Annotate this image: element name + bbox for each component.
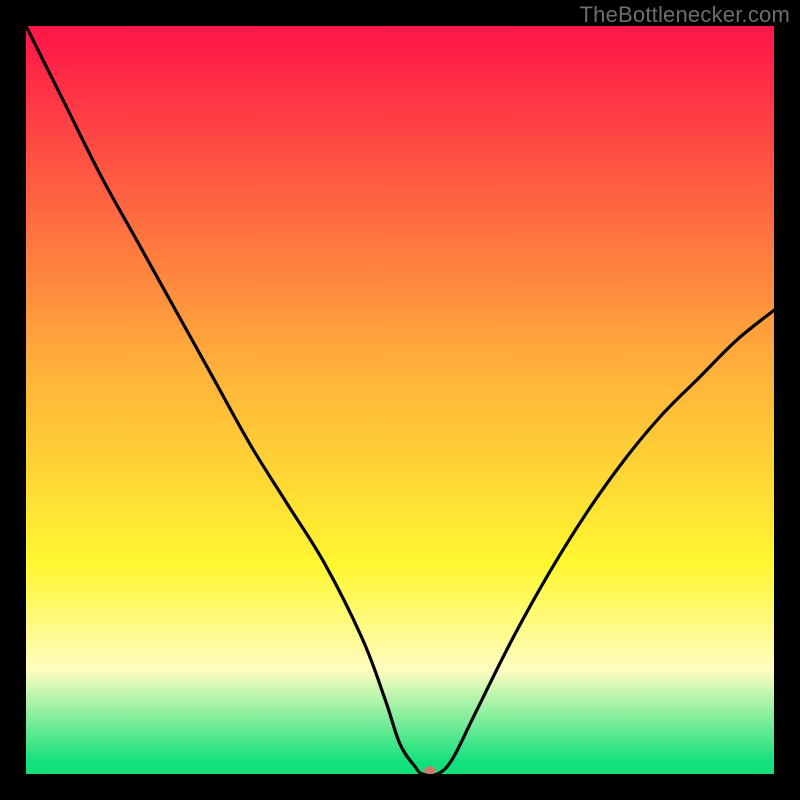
bottleneck-chart	[26, 26, 774, 774]
gradient-background	[26, 26, 774, 774]
optimum-marker	[424, 766, 436, 774]
chart-frame: TheBottlenecker.com	[0, 0, 800, 800]
plot-area	[26, 26, 774, 774]
watermark-text: TheBottlenecker.com	[580, 2, 790, 28]
